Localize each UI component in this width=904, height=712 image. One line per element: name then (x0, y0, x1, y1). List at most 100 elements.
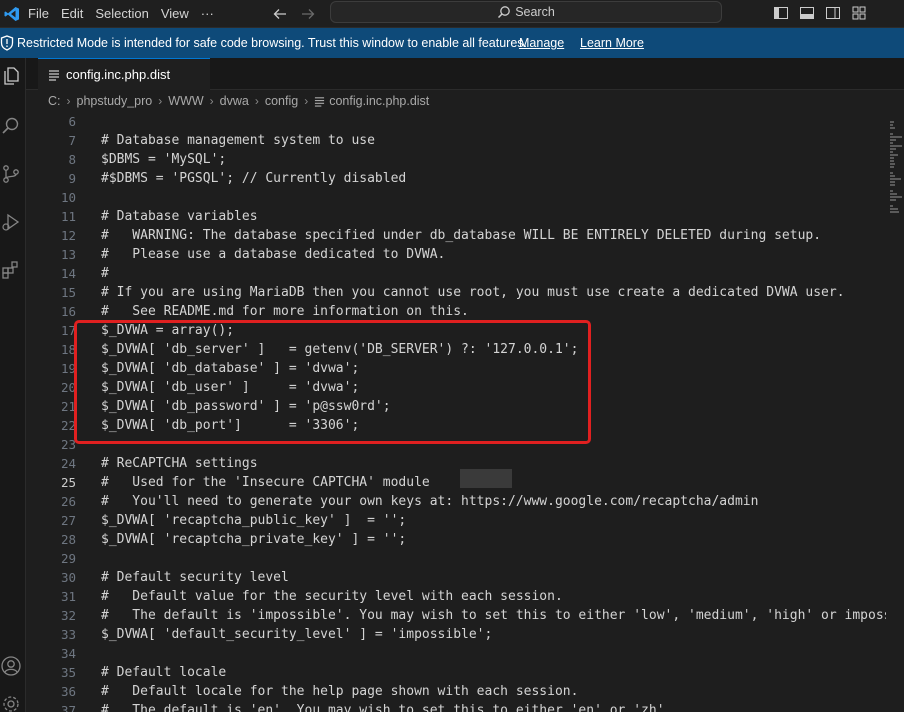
code-line[interactable]: # Default locale for the help page shown… (101, 682, 578, 701)
code-line[interactable]: # Database variables (101, 207, 258, 226)
editor-tab-bar: config.inc.php.dist (26, 58, 904, 90)
breadcrumb-dvwa[interactable]: dvwa (220, 94, 249, 108)
code-line[interactable]: $DBMS = 'MySQL'; (101, 150, 226, 169)
line-number: 31 (60, 589, 76, 604)
search-icon (498, 6, 511, 19)
source-control-icon[interactable] (0, 162, 22, 186)
code-line[interactable]: $_DVWA[ 'recaptcha_public_key' ] = ''; (101, 511, 406, 530)
file-lines-icon (315, 96, 325, 107)
minimap-line (890, 181, 895, 183)
minimap-line (890, 133, 893, 135)
minimap-line (890, 163, 895, 165)
minimap-line (890, 127, 895, 129)
breadcrumb-www[interactable]: WWW (168, 94, 203, 108)
code-line[interactable]: # See README.md for more information on … (101, 302, 469, 321)
code-line[interactable]: $_DVWA[ 'recaptcha_private_key' ] = ''; (101, 530, 406, 549)
minimap-line (890, 154, 898, 156)
minimap[interactable] (886, 112, 904, 712)
chevron-right-icon: › (304, 94, 309, 108)
menu-bar: File Edit Selection View ··· (22, 0, 220, 28)
line-number: 13 (60, 247, 76, 262)
code-line[interactable]: # Default security level (101, 568, 289, 587)
code-line[interactable]: # Please use a database dedicated to DVW… (101, 245, 445, 264)
code-line[interactable]: #$DBMS = 'PGSQL'; // Currently disabled (101, 169, 406, 188)
line-number: 11 (60, 209, 76, 224)
learn-more-link[interactable]: Learn More (580, 36, 644, 50)
minimap-line (890, 205, 893, 207)
run-debug-icon[interactable] (0, 210, 22, 234)
file-lines-icon (49, 69, 59, 81)
menu-view[interactable]: View (155, 0, 195, 28)
code-line[interactable]: # If you are using MariaDB then you cann… (101, 283, 845, 302)
chevron-right-icon: › (209, 94, 214, 108)
code-line[interactable]: # WARNING: The database specified under … (101, 226, 821, 245)
menu-selection[interactable]: Selection (89, 0, 154, 28)
chevron-right-icon: › (66, 94, 71, 108)
line-number: 10 (60, 190, 76, 205)
search-icon[interactable] (0, 114, 22, 138)
minimap-line (890, 160, 895, 162)
minimap-line (890, 145, 902, 147)
forward-arrow-icon[interactable] (298, 4, 318, 24)
shield-icon (0, 35, 14, 51)
extensions-icon[interactable] (0, 258, 22, 282)
accounts-icon[interactable] (0, 654, 22, 678)
minimap-line (890, 178, 901, 180)
banner-message: Restricted Mode is intended for safe cod… (17, 36, 527, 50)
code-line[interactable]: # Database management system to use (101, 131, 375, 150)
minimap-line (890, 124, 893, 126)
back-arrow-icon[interactable] (270, 4, 290, 24)
code-line[interactable]: # Default value for the security level w… (101, 587, 563, 606)
breadcrumb-config[interactable]: config (265, 94, 298, 108)
minimap-line (890, 199, 897, 201)
line-number: 7 (68, 133, 76, 148)
line-number: 26 (60, 494, 76, 509)
minimap-line (890, 139, 896, 141)
code-line[interactable]: # The default is 'impossible'. You may w… (101, 606, 890, 625)
chevron-right-icon: › (158, 94, 163, 108)
line-number: 25 (60, 475, 76, 490)
line-number: 12 (60, 228, 76, 243)
breadcrumb-phpstudy[interactable]: phpstudy_pro (77, 94, 153, 108)
minimap-line (890, 142, 893, 144)
command-center-search[interactable]: Search (330, 1, 722, 23)
toggle-primary-sidebar-icon[interactable] (772, 4, 790, 22)
vscode-logo-icon (4, 7, 19, 21)
line-number: 36 (60, 684, 76, 699)
minimap-line (890, 175, 896, 177)
toggle-secondary-sidebar-icon[interactable] (824, 4, 842, 22)
line-number: 33 (60, 627, 76, 642)
manage-gear-icon[interactable] (0, 692, 22, 712)
line-number: 15 (60, 285, 76, 300)
breadcrumb: C: › phpstudy_pro › WWW › dvwa › config … (26, 90, 904, 112)
minimap-line (890, 196, 902, 198)
line-number: 35 (60, 665, 76, 680)
breadcrumb-file[interactable]: config.inc.php.dist (329, 94, 429, 108)
menu-file[interactable]: File (22, 0, 55, 28)
code-line[interactable]: # Used for the 'Insecure CAPTCHA' module (101, 473, 430, 492)
minimap-line (890, 208, 898, 210)
code-line[interactable]: # ReCAPTCHA settings (101, 454, 258, 473)
line-number: 32 (60, 608, 76, 623)
tab-label: config.inc.php.dist (66, 67, 171, 82)
manage-link[interactable]: Manage (519, 36, 564, 50)
menu-edit[interactable]: Edit (55, 0, 89, 28)
line-number: 28 (60, 532, 76, 547)
line-number: 37 (60, 703, 76, 712)
line-number: 19 (60, 361, 76, 376)
menu-more[interactable]: ··· (195, 0, 220, 28)
line-number: 14 (60, 266, 76, 281)
toggle-panel-icon[interactable] (798, 4, 816, 22)
tab-config-inc-php-dist[interactable]: config.inc.php.dist (38, 58, 210, 90)
code-line[interactable]: $_DVWA[ 'default_security_level' ] = 'im… (101, 625, 492, 644)
code-editor[interactable]: 6 7 8 9 10 11 12 13 14 15 16 17 18 19 20 21 22 23 24 25 26 27… (26, 112, 890, 712)
restricted-mode-banner: Restricted Mode is intended for safe cod… (0, 28, 904, 58)
code-line[interactable]: # The default is 'en'. You may wish to s… (101, 701, 672, 712)
code-line[interactable]: # You'll need to generate your own keys … (101, 492, 758, 511)
customize-layout-icon[interactable] (850, 4, 868, 22)
code-line[interactable]: # (101, 264, 109, 283)
explorer-icon[interactable] (0, 64, 22, 88)
breadcrumb-drive[interactable]: C: (48, 94, 61, 108)
title-bar: File Edit Selection View ··· Search (0, 0, 904, 28)
code-line[interactable]: # Default locale (101, 663, 226, 682)
